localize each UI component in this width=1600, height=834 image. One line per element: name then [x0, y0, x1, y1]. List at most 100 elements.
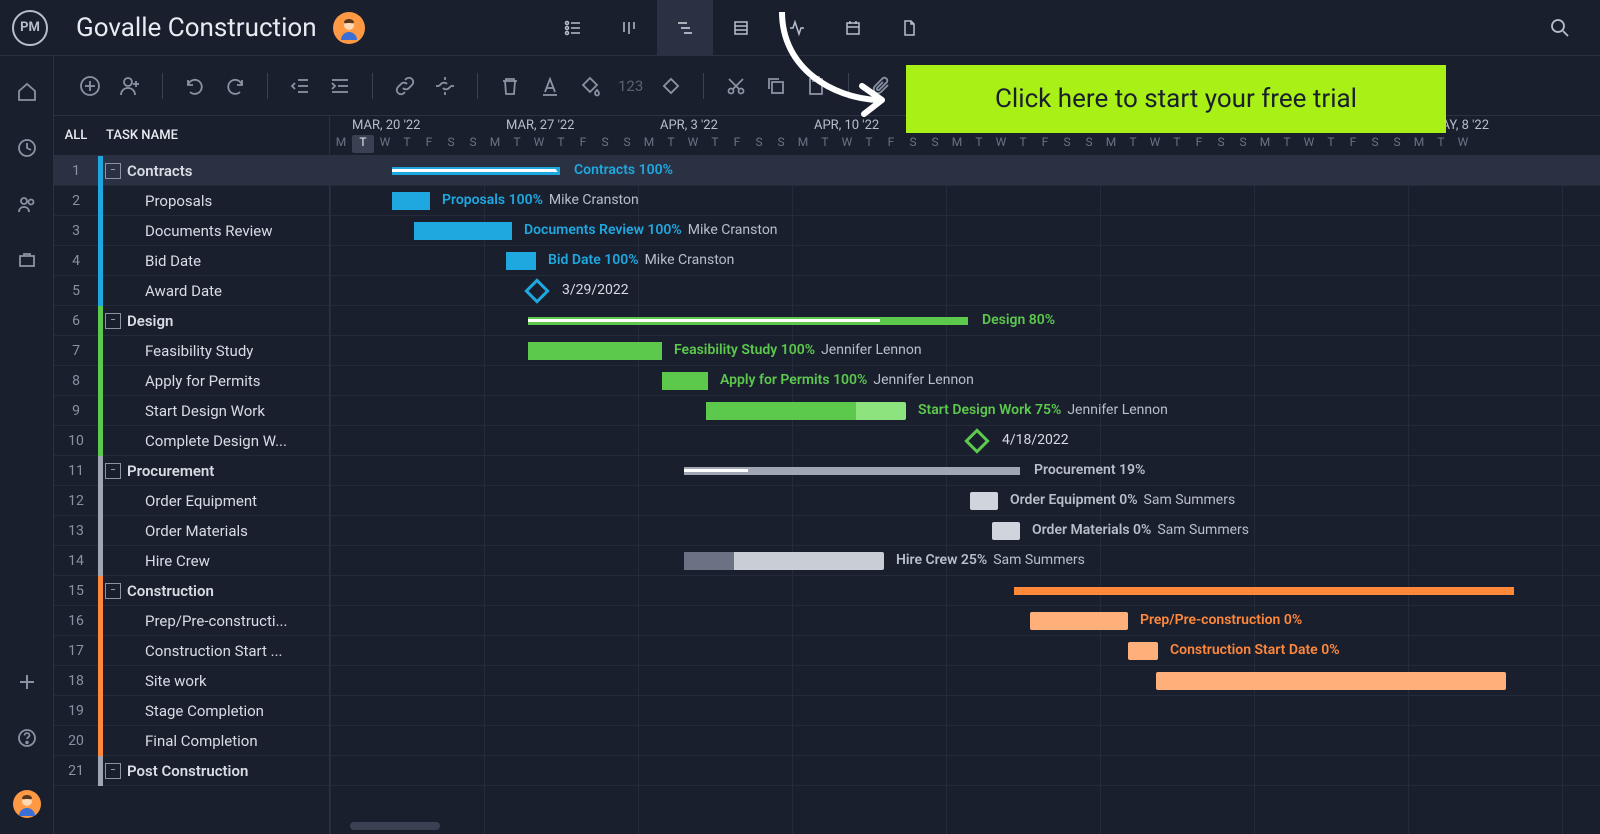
number-format-label[interactable]: 123	[618, 77, 643, 95]
cta-free-trial[interactable]: Click here to start your free trial	[906, 65, 1446, 133]
task-bar[interactable]	[414, 222, 512, 240]
add-icon[interactable]	[15, 670, 39, 694]
home-icon[interactable]	[15, 80, 39, 104]
attach-icon[interactable]	[869, 74, 893, 98]
task-row[interactable]: 12Order Equipment	[54, 486, 329, 516]
gantt-row[interactable]	[330, 666, 1600, 696]
task-row[interactable]: 18Site work	[54, 666, 329, 696]
task-row[interactable]: 9Start Design Work	[54, 396, 329, 426]
task-row[interactable]: 20Final Completion	[54, 726, 329, 756]
gantt-row[interactable]	[330, 696, 1600, 726]
link-icon[interactable]	[393, 74, 417, 98]
gantt-row[interactable]: Apply for Permits 100%Jennifer Lennon	[330, 366, 1600, 396]
milestone-marker[interactable]	[524, 278, 549, 303]
column-task-name[interactable]: TASK NAME	[98, 128, 178, 143]
gantt-view-icon[interactable]	[657, 0, 713, 56]
help-icon[interactable]	[15, 726, 39, 750]
gantt-row[interactable]: 3/29/2022	[330, 276, 1600, 306]
calendar-view-icon[interactable]	[825, 0, 881, 56]
task-row[interactable]: 14Hire Crew	[54, 546, 329, 576]
task-bar[interactable]	[706, 402, 906, 420]
fill-color-icon[interactable]	[578, 74, 602, 98]
list-view-icon[interactable]	[545, 0, 601, 56]
summary-bar[interactable]	[392, 167, 560, 175]
gantt-row[interactable]: Start Design Work 75%Jennifer Lennon	[330, 396, 1600, 426]
task-row[interactable]: 3Documents Review	[54, 216, 329, 246]
task-bar[interactable]	[392, 192, 430, 210]
gantt-row[interactable]: Order Materials 0%Sam Summers	[330, 516, 1600, 546]
gantt-row[interactable]: Construction Start Date 0%	[330, 636, 1600, 666]
task-row[interactable]: 21−Post Construction	[54, 756, 329, 786]
summary-bar[interactable]	[1014, 587, 1514, 595]
indent-icon[interactable]	[328, 74, 352, 98]
recent-icon[interactable]	[15, 136, 39, 160]
pm-logo[interactable]: PM	[12, 10, 48, 46]
redo-icon[interactable]	[223, 74, 247, 98]
task-row[interactable]: 15−Construction	[54, 576, 329, 606]
team-icon[interactable]	[15, 192, 39, 216]
task-bar[interactable]	[662, 372, 708, 390]
delete-icon[interactable]	[498, 74, 522, 98]
column-all[interactable]: ALL	[54, 128, 98, 143]
unlink-icon[interactable]	[433, 74, 457, 98]
gantt-scrollbar[interactable]	[350, 822, 440, 830]
copy-icon[interactable]	[764, 74, 788, 98]
undo-icon[interactable]	[183, 74, 207, 98]
task-row[interactable]: 6−Design	[54, 306, 329, 336]
summary-bar[interactable]	[684, 467, 1020, 475]
task-bar[interactable]	[970, 492, 998, 510]
cut-icon[interactable]	[724, 74, 748, 98]
task-row[interactable]: 8Apply for Permits	[54, 366, 329, 396]
task-row[interactable]: 13Order Materials	[54, 516, 329, 546]
search-icon[interactable]	[1532, 0, 1588, 56]
paste-icon[interactable]	[804, 74, 828, 98]
gantt-row[interactable]: 4/18/2022	[330, 426, 1600, 456]
task-row[interactable]: 17Construction Start ...	[54, 636, 329, 666]
collapse-icon[interactable]: −	[105, 583, 121, 599]
gantt-row[interactable]: Proposals 100%Mike Cranston	[330, 186, 1600, 216]
collapse-icon[interactable]: −	[105, 163, 121, 179]
collapse-icon[interactable]: −	[105, 313, 121, 329]
board-view-icon[interactable]	[601, 0, 657, 56]
sheet-view-icon[interactable]	[713, 0, 769, 56]
gantt-row[interactable]: Contracts 100%	[330, 156, 1600, 186]
task-bar[interactable]	[684, 552, 884, 570]
gantt-row[interactable]: Feasibility Study 100%Jennifer Lennon	[330, 336, 1600, 366]
task-row[interactable]: 2Proposals	[54, 186, 329, 216]
gantt-row[interactable]: Order Equipment 0%Sam Summers	[330, 486, 1600, 516]
task-bar[interactable]	[1030, 612, 1128, 630]
milestone-icon[interactable]	[659, 74, 683, 98]
gantt-row[interactable]	[330, 726, 1600, 756]
task-bar[interactable]	[992, 522, 1020, 540]
summary-bar[interactable]	[528, 317, 968, 325]
add-task-icon[interactable]	[78, 74, 102, 98]
gantt-row[interactable]: Documents Review 100%Mike Cranston	[330, 216, 1600, 246]
task-row[interactable]: 19Stage Completion	[54, 696, 329, 726]
activity-view-icon[interactable]	[769, 0, 825, 56]
task-row[interactable]: 11−Procurement	[54, 456, 329, 486]
collapse-icon[interactable]: −	[105, 763, 121, 779]
milestone-marker[interactable]	[964, 428, 989, 453]
outdent-icon[interactable]	[288, 74, 312, 98]
user-avatar[interactable]	[13, 790, 41, 818]
task-bar[interactable]	[1128, 642, 1158, 660]
gantt-row[interactable]: Procurement 19%	[330, 456, 1600, 486]
gantt-row[interactable]: Hire Crew 25%Sam Summers	[330, 546, 1600, 576]
gantt-row[interactable]: Prep/Pre-construction 0%	[330, 606, 1600, 636]
gantt-row[interactable]	[330, 756, 1600, 786]
task-bar[interactable]	[506, 252, 536, 270]
gantt-row[interactable]	[330, 576, 1600, 606]
collapse-icon[interactable]: −	[105, 463, 121, 479]
project-avatar[interactable]	[333, 12, 365, 44]
portfolio-icon[interactable]	[15, 248, 39, 272]
assign-icon[interactable]	[118, 74, 142, 98]
gantt-row[interactable]: Design 80%	[330, 306, 1600, 336]
task-row[interactable]: 1−Contracts	[54, 156, 329, 186]
task-row[interactable]: 4Bid Date	[54, 246, 329, 276]
task-row[interactable]: 7Feasibility Study	[54, 336, 329, 366]
task-bar[interactable]	[528, 342, 662, 360]
text-style-icon[interactable]	[538, 74, 562, 98]
task-bar[interactable]	[1156, 672, 1506, 690]
task-row[interactable]: 10Complete Design W...	[54, 426, 329, 456]
task-row[interactable]: 5Award Date	[54, 276, 329, 306]
